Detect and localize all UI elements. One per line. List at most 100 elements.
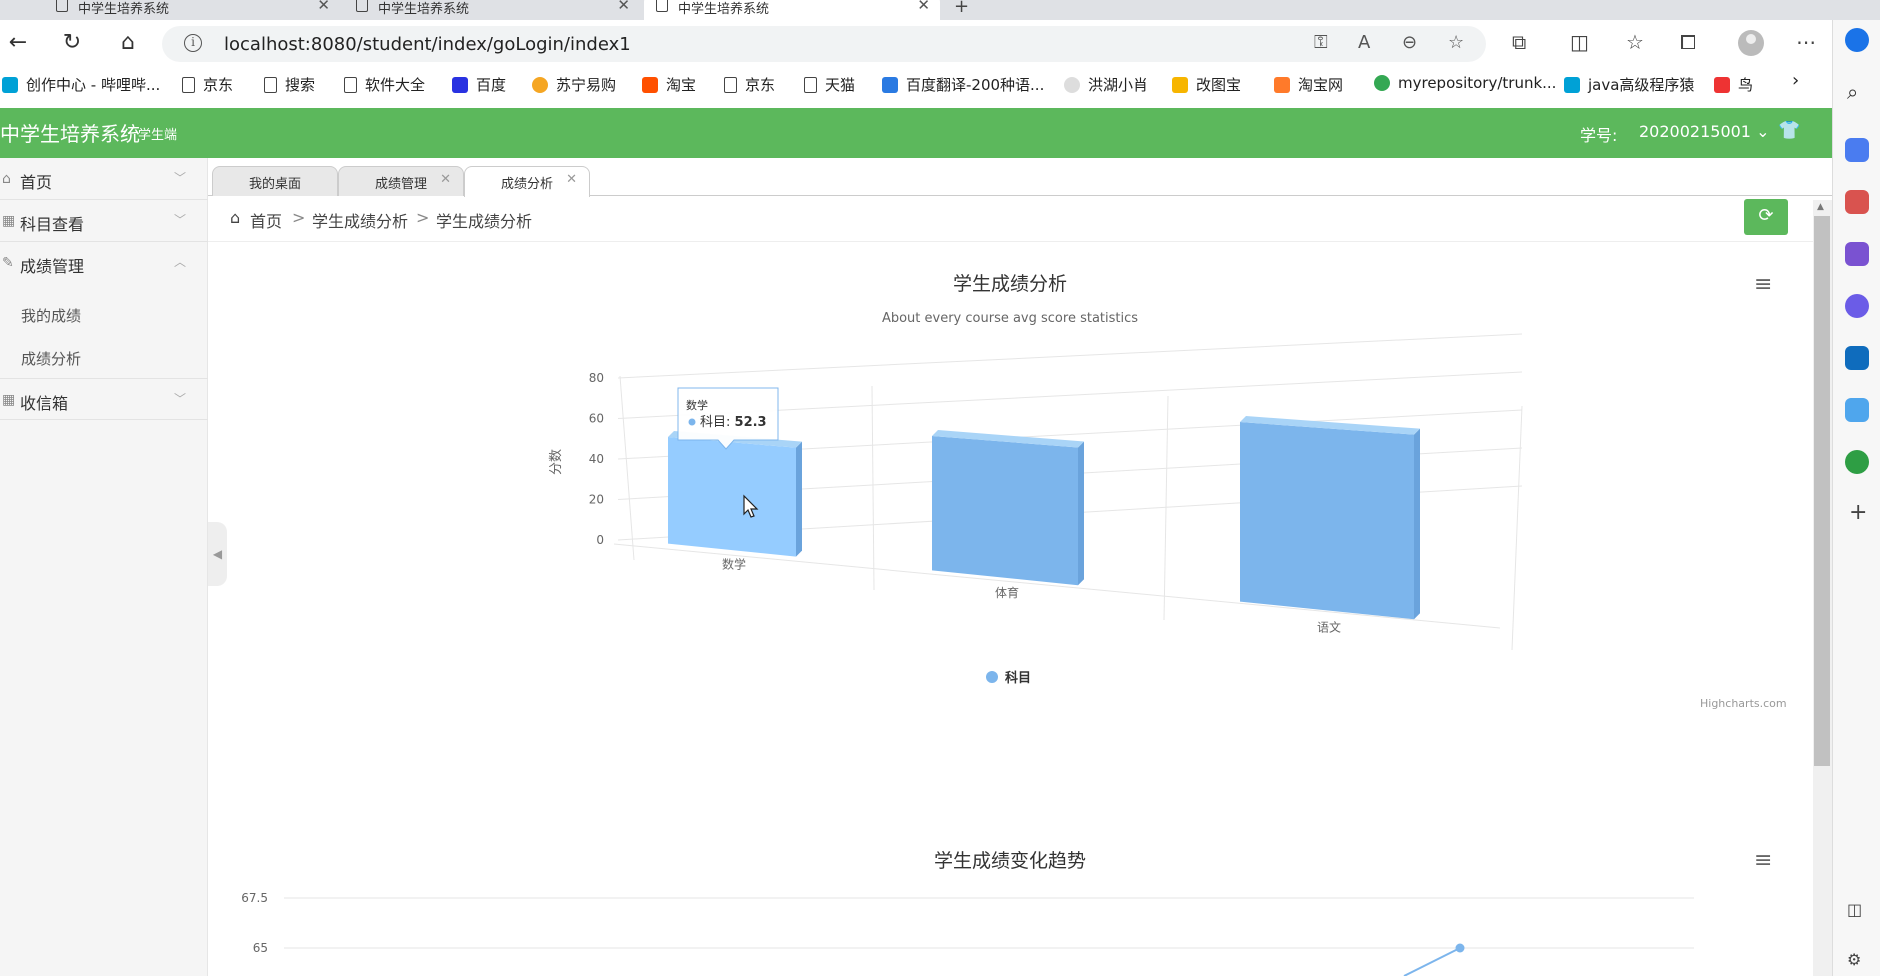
bookmark-item[interactable]: 百度 [452, 74, 506, 95]
zoom-out-icon[interactable]: ⊖ [1402, 32, 1417, 53]
bookmark-item[interactable]: 京东 [724, 74, 775, 95]
tab-desktop[interactable]: 我的桌面 [212, 166, 338, 196]
sidebar-item-inbox[interactable]: ▦ 收信箱 ﹀ [0, 378, 208, 420]
bookmark-item[interactable]: myrepository/trunk... [1374, 74, 1556, 92]
student-id-dropdown[interactable]: 20200215001 ⌄ [1639, 122, 1769, 141]
chart-title: 学生成绩变化趋势 [934, 850, 1086, 872]
bar-top [668, 431, 802, 448]
bookmark-item[interactable]: 鸟 [1714, 74, 1753, 95]
games-icon[interactable] [1845, 242, 1869, 266]
sidebar-item-home[interactable]: ⌂ 首页 ﹀ [0, 158, 208, 200]
bar-top [1240, 416, 1420, 435]
bookmark-item[interactable]: 洪湖小肖 [1064, 74, 1148, 95]
tree-icon[interactable] [1845, 450, 1869, 474]
close-icon[interactable]: ✕ [917, 0, 930, 14]
url-text: localhost:8080/student/index/goLogin/ind… [224, 34, 631, 55]
floor-line [613, 543, 1501, 629]
chart-menu-icon[interactable]: ≡ [1754, 848, 1772, 873]
sidebar-item-subjects[interactable]: ▦ 科目查看 ﹀ [0, 200, 208, 242]
search-icon[interactable]: ⌕ [1847, 80, 1858, 104]
chart-credit[interactable]: Highcharts.com [1700, 697, 1787, 710]
tooltip-series-marker [688, 418, 696, 426]
favorite-add-icon[interactable]: ☆ [1448, 32, 1464, 53]
sidebar-layout-icon[interactable]: ◫ [1847, 900, 1862, 919]
bookmark-item[interactable]: 百度翻译-200种语... [882, 74, 1044, 95]
baidu-icon [452, 77, 468, 93]
bookmark-item[interactable]: 苏宁易购 [532, 74, 616, 95]
back-icon[interactable]: ← [2, 28, 34, 60]
bookmark-item[interactable]: 创作中心 - 哔哩哔... [2, 74, 160, 95]
page-icon [356, 0, 368, 12]
bookmark-item[interactable]: 淘宝网 [1274, 74, 1343, 95]
bookmark-item[interactable]: 改图宝 [1172, 74, 1241, 95]
sidebar-subitem-my-grades[interactable]: 我的成绩 [21, 305, 81, 326]
browser-tab-1[interactable]: 中学生培养系统 ✕ [44, 0, 340, 20]
bookmark-item[interactable]: 天猫 [804, 74, 855, 95]
profile-avatar[interactable] [1738, 30, 1764, 56]
split-screen-icon[interactable]: ◫ [1570, 30, 1589, 54]
bookmark-item[interactable]: java高级程序猿 [1564, 74, 1694, 95]
read-aloud-icon[interactable]: A [1358, 32, 1370, 53]
breadcrumb-home[interactable]: 首页 [250, 208, 282, 232]
close-icon[interactable]: ✕ [317, 0, 330, 14]
add-icon[interactable]: + [1849, 500, 1867, 525]
tag-icon[interactable] [1845, 138, 1869, 162]
bing-icon[interactable] [1845, 28, 1869, 52]
close-icon[interactable]: ✕ [617, 0, 630, 14]
sidebar-item-grades[interactable]: ✎ 成绩管理 ︿ [0, 242, 208, 284]
app-title: 中学生培养系统 [0, 122, 140, 146]
browser-tab-3[interactable]: 中学生培养系统 ✕ [644, 0, 940, 20]
copilot-icon[interactable] [1845, 294, 1869, 318]
info-icon[interactable]: i [184, 34, 202, 52]
series-line [1403, 947, 1461, 976]
breadcrumb-separator: > [292, 208, 306, 227]
data-point[interactable] [1455, 943, 1465, 953]
reload-icon[interactable]: ↻ [56, 28, 88, 60]
bookmark-item[interactable]: 搜索 [264, 74, 315, 95]
grid-line [1163, 395, 1169, 621]
bookmark-item[interactable]: 淘宝 [642, 74, 696, 95]
refresh-button[interactable]: ⟳ [1744, 199, 1788, 235]
browser-tab-2[interactable]: 中学生培养系统 ✕ [344, 0, 640, 20]
legend-item[interactable]: 科目 [1005, 670, 1031, 686]
grid-line [617, 333, 1523, 379]
close-icon[interactable]: ✕ [566, 172, 577, 187]
gear-icon[interactable]: ⚙ [1847, 950, 1861, 969]
bookmark-item[interactable]: 京东 [182, 74, 233, 95]
browser-tabstrip: 中学生培养系统 ✕ 中学生培养系统 ✕ 中学生培养系统 ✕ + [0, 0, 1880, 20]
page-icon [656, 0, 668, 12]
sidebar-subitem-grade-analysis[interactable]: 成绩分析 [21, 348, 81, 369]
more-icon[interactable]: ⋯ [1796, 30, 1816, 54]
extensions-icon[interactable]: ⧉ [1512, 30, 1526, 54]
sidebar-collapse-handle[interactable]: ◀ [208, 522, 227, 586]
breadcrumb-item[interactable]: 学生成绩分析 [312, 208, 408, 232]
key-icon[interactable]: ⚿ [1314, 32, 1328, 53]
grid-line [871, 385, 875, 591]
send-icon[interactable] [1845, 398, 1869, 422]
grid-line [617, 485, 1523, 541]
outlook-icon[interactable] [1845, 346, 1869, 370]
toolbox-icon[interactable] [1845, 190, 1869, 214]
favorites-icon[interactable]: ☆ [1626, 30, 1644, 54]
new-tab-icon[interactable]: + [954, 0, 969, 17]
chart-legend[interactable]: 科目 [986, 670, 1031, 686]
tab-grade-analysis[interactable]: 成绩分析 ✕ [464, 166, 590, 197]
chevron-right-icon[interactable]: › [1792, 70, 1799, 91]
address-bar[interactable]: i localhost:8080/student/index/goLogin/i… [162, 26, 1486, 62]
home-icon[interactable]: ⌂ [112, 28, 144, 60]
taobao-icon [642, 77, 658, 93]
chart-menu-icon[interactable]: ≡ [1754, 272, 1772, 297]
scroll-up-icon[interactable]: ▲ [1817, 202, 1824, 212]
tab-grade-management[interactable]: 成绩管理 ✕ [338, 166, 464, 196]
bookmark-item[interactable]: 软件大全 [344, 74, 425, 95]
x-tick-label: 语文 [1317, 619, 1341, 634]
bilibili-icon [1564, 77, 1580, 93]
collections-icon[interactable]: ⧠ [1680, 30, 1696, 54]
theme-shirt-icon[interactable]: 👕 [1778, 120, 1800, 141]
scrollbar-thumb[interactable] [1814, 216, 1830, 766]
close-icon[interactable]: ✕ [440, 172, 451, 187]
grid-line [617, 409, 1523, 460]
home-icon: ⌂ [2, 171, 11, 187]
student-id-label: 学号: [1580, 126, 1618, 145]
x-tick-label: 体育 [995, 585, 1019, 600]
